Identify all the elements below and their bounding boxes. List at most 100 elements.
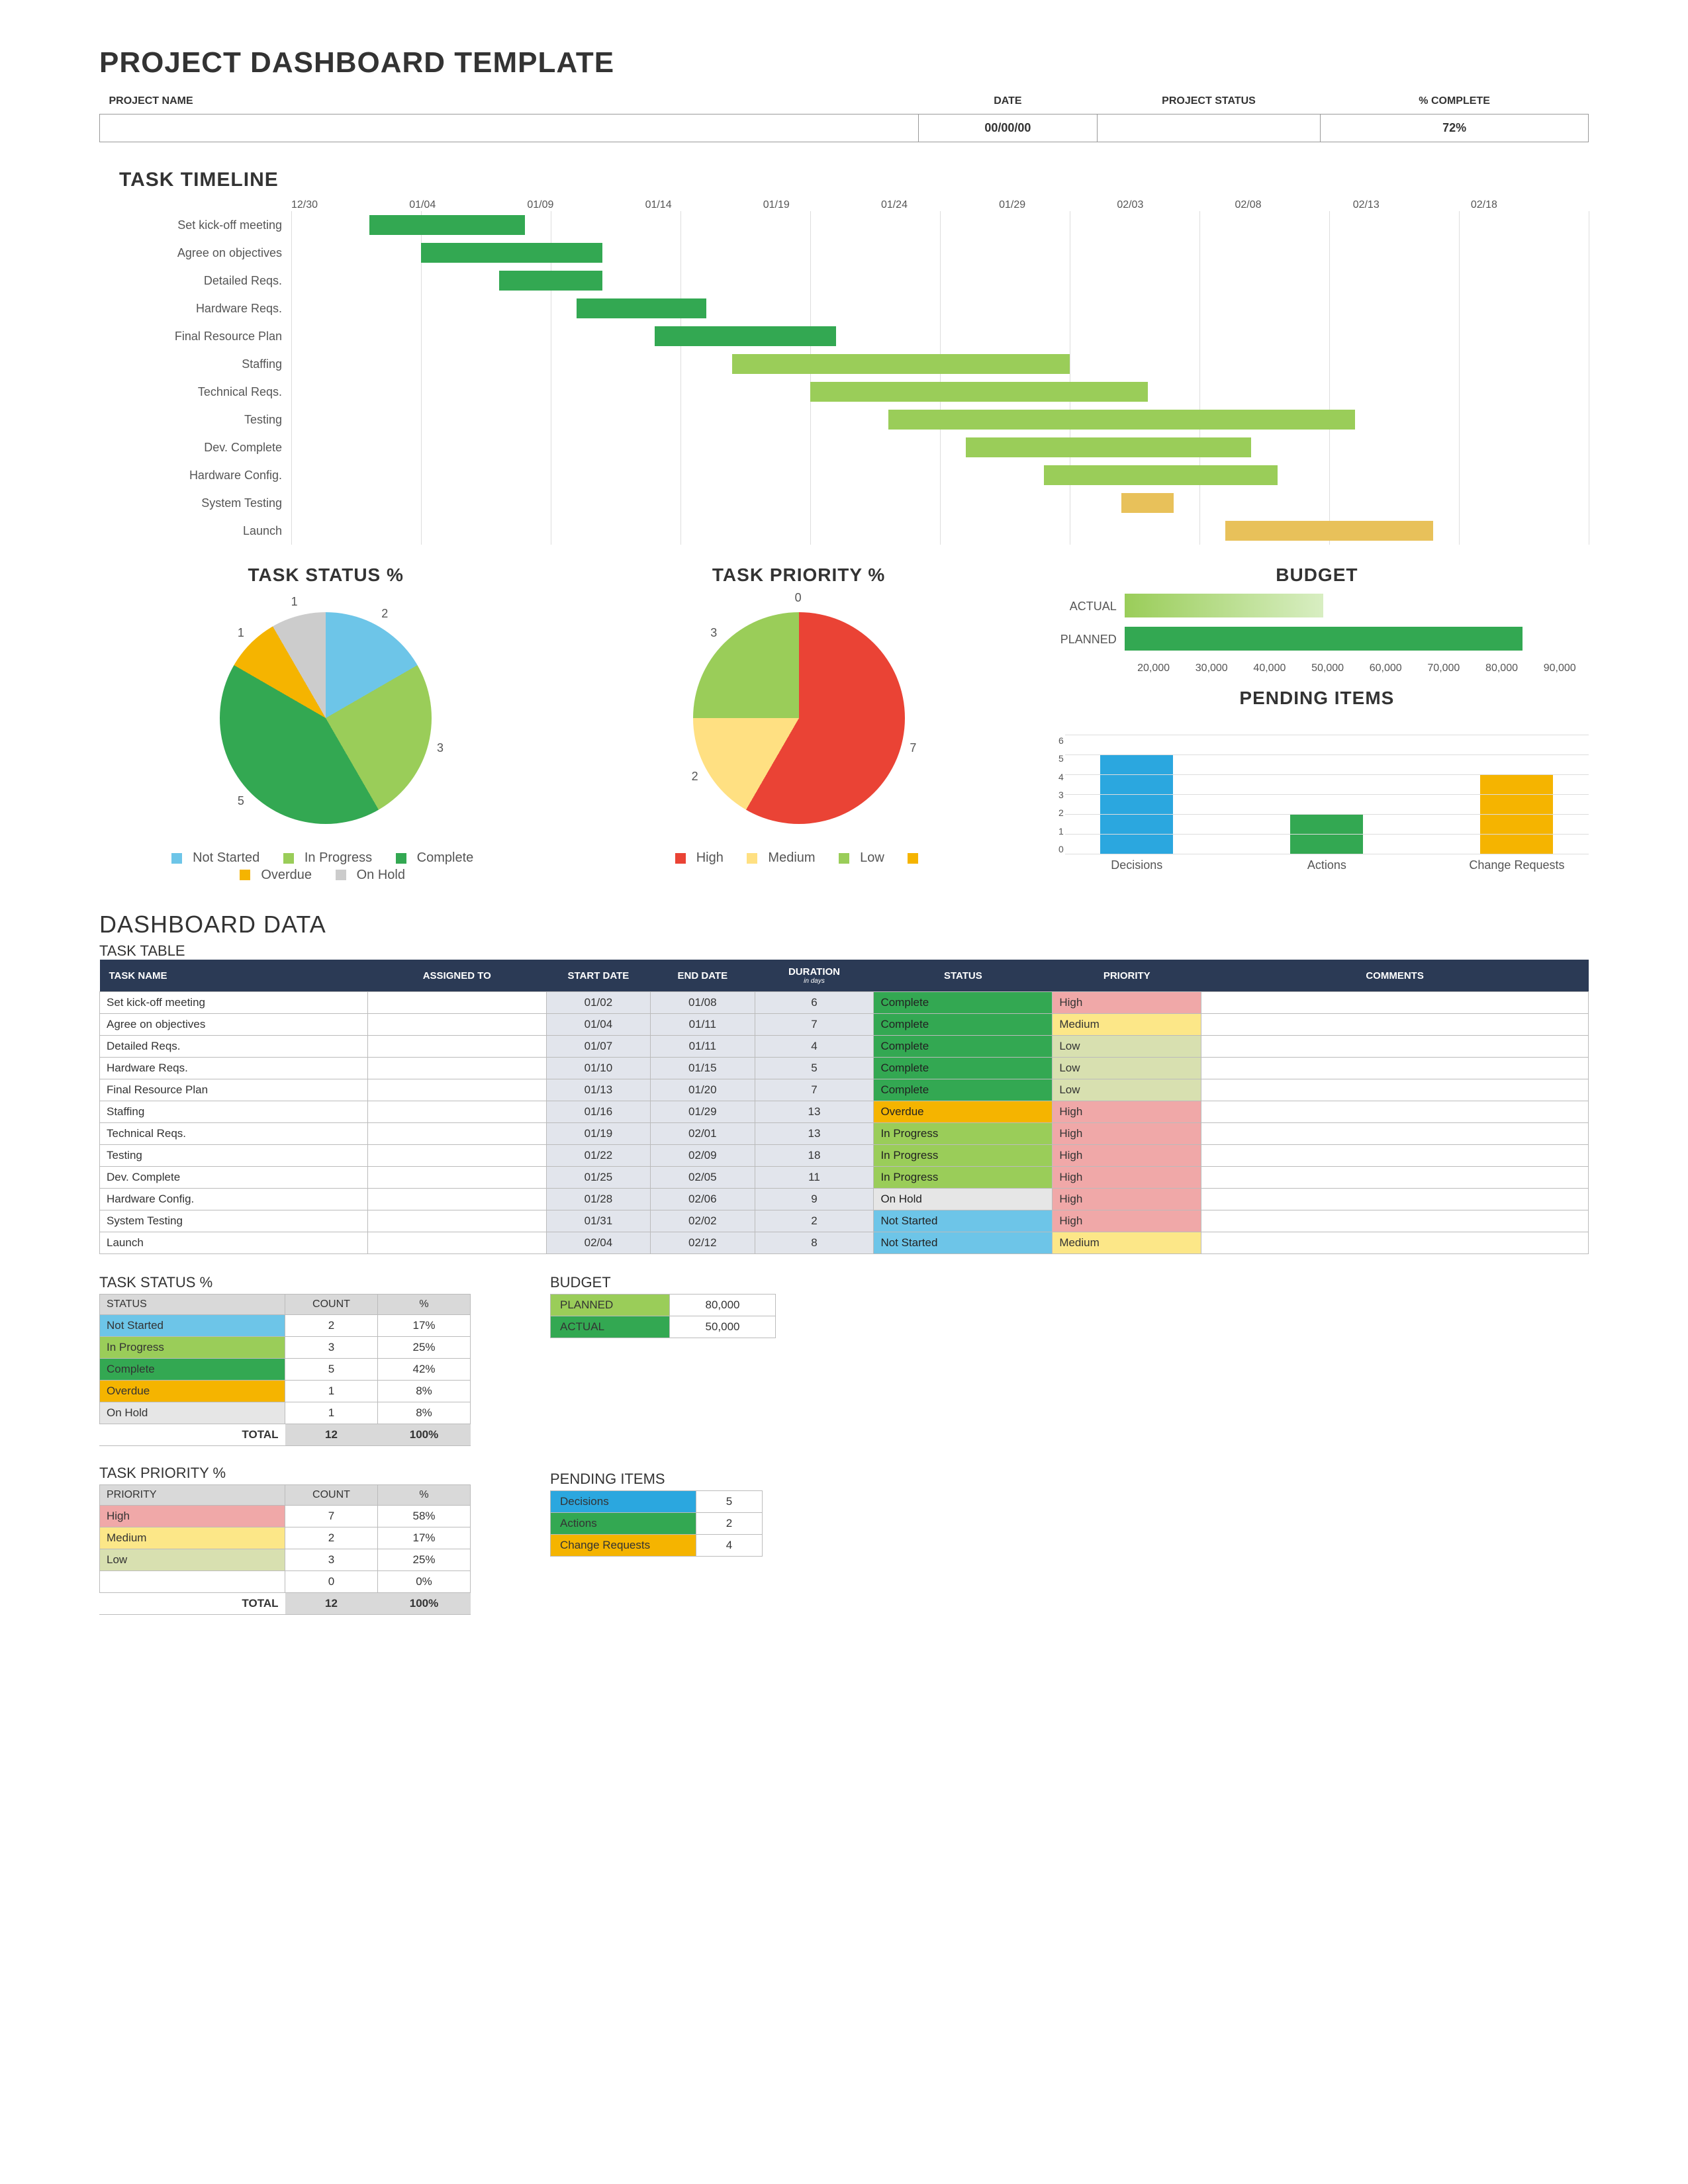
gantt-bar [655,326,836,346]
budget-chart-title: BUDGET [1045,565,1589,586]
gantt-task-label: System Testing [119,489,291,517]
priority-summary-table: PRIORITY COUNT % High758%Medium217%Low32… [99,1484,471,1615]
th-duration: DURATIONin days [755,960,874,992]
task-status-legend: Not Started In Progress Complete Overdue… [165,850,487,884]
budget-summary-table: PLANNED80,000 ACTUAL50,000 [550,1294,776,1338]
table-row: Set kick-off meeting01/0201/086CompleteH… [100,992,1589,1014]
pie-data-label: 7 [910,741,916,755]
gantt-task-label: Launch [119,517,291,545]
gantt-bar [369,215,525,235]
timeline-title: TASK TIMELINE [119,169,1589,191]
pending-category-label: Decisions [1065,858,1209,872]
value-project-name[interactable] [100,114,919,142]
gantt-chart: 12/3001/0401/0901/1401/1901/2401/2902/03… [119,199,1589,545]
th-priority: PRIORITY [1053,960,1201,992]
budget-actual-label: ACTUAL [1045,600,1125,614]
gantt-bar [421,243,602,263]
pending-chart-title: PENDING ITEMS [1045,688,1589,709]
gantt-row [291,461,1589,489]
task-priority-legend: High Medium Low [669,850,929,868]
table-row: Decisions5 [551,1491,763,1513]
pending-summary-table: Decisions5Actions2Change Requests4 [550,1490,763,1557]
gantt-task-label: Detailed Reqs. [119,267,291,295]
gantt-date-tick: 02/18 [1471,199,1589,211]
gantt-row [291,489,1589,517]
gantt-task-label: Agree on objectives [119,239,291,267]
pie-data-label: 2 [381,607,388,621]
table-row: Launch02/0402/128Not StartedMedium [100,1232,1589,1254]
pie-data-label: 1 [291,595,298,609]
pending-chart: 6543210 DecisionsActionsChange Requests [1045,735,1589,872]
pending-summary-title: PENDING ITEMS [550,1471,776,1488]
gantt-row [291,433,1589,461]
pie-data-label: 2 [692,770,698,784]
gantt-bar [888,410,1356,430]
table-row: System Testing01/3102/022Not StartedHigh [100,1210,1589,1232]
label-date: DATE [918,89,1097,114]
gantt-date-tick: 02/13 [1353,199,1471,211]
gantt-bar [1121,493,1173,513]
table-row: In Progress325% [100,1337,471,1359]
gantt-date-tick: 01/29 [999,199,1117,211]
table-row: Hardware Reqs.01/1001/155CompleteLow [100,1058,1589,1079]
gantt-date-tick: 12/30 [291,199,409,211]
gantt-date-tick: 01/09 [527,199,645,211]
gantt-row [291,378,1589,406]
table-row: Technical Reqs.01/1902/0113In ProgressHi… [100,1123,1589,1145]
th-start: START DATE [546,960,650,992]
pending-category-label: Actions [1255,858,1399,872]
table-row: Actions2 [551,1513,763,1535]
value-status[interactable] [1097,114,1320,142]
budget-tick: 70,000 [1415,662,1473,674]
gantt-task-label: Final Resource Plan [119,322,291,350]
value-complete[interactable]: 72% [1321,114,1589,142]
gantt-bar [499,271,603,291]
gantt-bar [732,354,1070,374]
budget-tick: 40,000 [1241,662,1299,674]
budget-tick: 20,000 [1125,662,1183,674]
gantt-task-label: Hardware Config. [119,461,291,489]
table-row: On Hold18% [100,1402,471,1424]
gantt-task-label: Dev. Complete [119,433,291,461]
pie-data-label: 0 [795,591,802,605]
th-comments: COMMENTS [1201,960,1589,992]
budget-summary-title: BUDGET [550,1274,776,1291]
task-table: TASK NAME ASSIGNED TO START DATE END DAT… [99,960,1589,1254]
gantt-row [291,239,1589,267]
gantt-task-label: Testing [119,406,291,433]
priority-summary-title: TASK PRIORITY % [99,1465,471,1482]
budget-tick: 30,000 [1182,662,1241,674]
gantt-row [291,267,1589,295]
gantt-date-tick: 01/14 [645,199,763,211]
gantt-date-tick: 02/03 [1117,199,1235,211]
task-status-pie: 23511 [200,592,451,844]
table-row: Not Started217% [100,1315,471,1337]
th-task-name: TASK NAME [100,960,368,992]
gantt-bar [966,437,1251,457]
table-row: Overdue18% [100,1381,471,1402]
budget-tick: 50,000 [1299,662,1357,674]
th-status: STATUS [874,960,1053,992]
task-priority-pie: 7230 [673,592,925,844]
gantt-date-tick: 01/19 [763,199,881,211]
budget-tick: 90,000 [1530,662,1589,674]
task-priority-chart-title: TASK PRIORITY % [712,565,885,586]
label-project-name: PROJECT NAME [100,89,919,114]
gantt-bar [1044,465,1278,485]
status-summary-title: TASK STATUS % [99,1274,471,1291]
gantt-row [291,211,1589,239]
value-date[interactable]: 00/00/00 [918,114,1097,142]
budget-tick: 80,000 [1473,662,1531,674]
table-row: Agree on objectives01/0401/117CompleteMe… [100,1014,1589,1036]
gantt-task-label: Hardware Reqs. [119,295,291,322]
task-table-title: TASK TABLE [99,942,1589,960]
budget-planned-label: PLANNED [1045,633,1125,647]
table-row: High758% [100,1506,471,1527]
gantt-date-tick: 01/24 [881,199,999,211]
gantt-date-tick: 02/08 [1235,199,1353,211]
gantt-bar [1225,521,1433,541]
table-row: Hardware Config.01/2802/069On HoldHigh [100,1189,1589,1210]
table-row: Complete542% [100,1359,471,1381]
status-summary-table: STATUS COUNT % Not Started217%In Progres… [99,1294,471,1446]
table-row: Dev. Complete01/2502/0511In ProgressHigh [100,1167,1589,1189]
